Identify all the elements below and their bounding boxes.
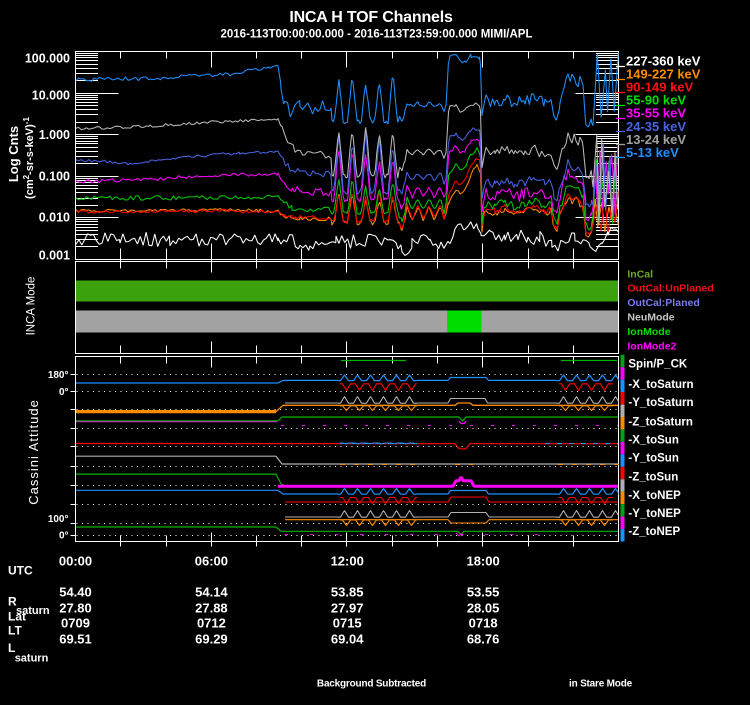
svg-text:Background Subtracted: Background Subtracted xyxy=(317,679,426,690)
svg-text:100.000: 100.000 xyxy=(25,52,70,66)
svg-text:(cm2-sr-s-keV)-1: (cm2-sr-s-keV)-1 xyxy=(22,117,36,199)
svg-text:2016-113T00:00:00.000 - 2016-1: 2016-113T00:00:00.000 - 2016-113T23:59:0… xyxy=(221,29,533,41)
svg-text:68.76: 68.76 xyxy=(467,632,500,647)
svg-text:53.55: 53.55 xyxy=(467,585,500,600)
svg-text:IonMode2: IonMode2 xyxy=(627,340,676,352)
svg-text:27.97: 27.97 xyxy=(331,601,364,616)
svg-text:53.85: 53.85 xyxy=(331,585,364,600)
svg-text:-Z_toSun: -Z_toSun xyxy=(628,471,678,483)
svg-text:00:00: 00:00 xyxy=(59,554,92,569)
svg-text:Cassini Attitude: Cassini Attitude xyxy=(26,399,41,505)
svg-text:LT: LT xyxy=(8,624,22,638)
svg-text:-Z_toSaturn: -Z_toSaturn xyxy=(628,416,693,428)
svg-text:-X_toSaturn: -X_toSaturn xyxy=(628,379,693,391)
svg-text:10.000: 10.000 xyxy=(32,89,70,103)
svg-text:0.001: 0.001 xyxy=(39,249,70,263)
svg-text:69.04: 69.04 xyxy=(331,632,364,647)
svg-text:-Y_toNEP: -Y_toNEP xyxy=(628,508,681,520)
svg-text:100°: 100° xyxy=(48,514,69,525)
svg-text:180°: 180° xyxy=(48,370,69,381)
svg-text:UTC: UTC xyxy=(8,564,33,578)
svg-text:54.14: 54.14 xyxy=(195,585,228,600)
svg-text:-Y_toSun: -Y_toSun xyxy=(628,453,678,465)
svg-text:0709: 0709 xyxy=(61,616,90,631)
svg-text:InCal: InCal xyxy=(627,268,653,280)
svg-text:NeuMode: NeuMode xyxy=(627,312,674,324)
svg-text:5-13 keV: 5-13 keV xyxy=(626,145,679,160)
svg-text:-Y_toSaturn: -Y_toSaturn xyxy=(628,397,693,409)
svg-text:-Z_toNEP: -Z_toNEP xyxy=(628,526,680,538)
svg-text:06:00: 06:00 xyxy=(195,554,228,569)
svg-text:saturn: saturn xyxy=(15,653,49,665)
svg-text:18:00: 18:00 xyxy=(466,554,499,569)
svg-text:27.80: 27.80 xyxy=(59,601,92,616)
svg-text:69.51: 69.51 xyxy=(59,632,92,647)
svg-text:IonMode: IonMode xyxy=(627,326,670,338)
svg-text:Spin/P_CK: Spin/P_CK xyxy=(628,359,687,371)
svg-text:INCA Mode: INCA Mode xyxy=(26,277,38,336)
svg-text:0715: 0715 xyxy=(333,616,362,631)
svg-text:69.29: 69.29 xyxy=(195,632,228,647)
svg-text:0.100: 0.100 xyxy=(39,170,70,184)
svg-text:54.40: 54.40 xyxy=(59,585,92,600)
svg-text:-X_toSun: -X_toSun xyxy=(628,434,678,446)
svg-text:0°: 0° xyxy=(59,531,69,542)
svg-text:OutCal:Planed: OutCal:Planed xyxy=(627,297,699,309)
svg-text:INCA H TOF Channels: INCA H TOF Channels xyxy=(289,9,453,26)
svg-text:Log Cnts: Log Cnts xyxy=(6,126,21,182)
svg-text:27.88: 27.88 xyxy=(195,601,228,616)
svg-text:-X_toNEP: -X_toNEP xyxy=(628,490,681,502)
svg-text:0°: 0° xyxy=(59,387,69,398)
svg-text:0718: 0718 xyxy=(469,616,498,631)
svg-text:1.000: 1.000 xyxy=(39,128,70,142)
svg-text:0712: 0712 xyxy=(197,616,226,631)
svg-text:in Stare Mode: in Stare Mode xyxy=(569,679,633,690)
svg-text:12:00: 12:00 xyxy=(331,554,364,569)
svg-text:0.010: 0.010 xyxy=(39,211,70,225)
svg-text:28.05: 28.05 xyxy=(467,601,500,616)
svg-text:OutCal:UnPlaned: OutCal:UnPlaned xyxy=(627,283,713,295)
svg-text:Lat: Lat xyxy=(8,610,26,624)
